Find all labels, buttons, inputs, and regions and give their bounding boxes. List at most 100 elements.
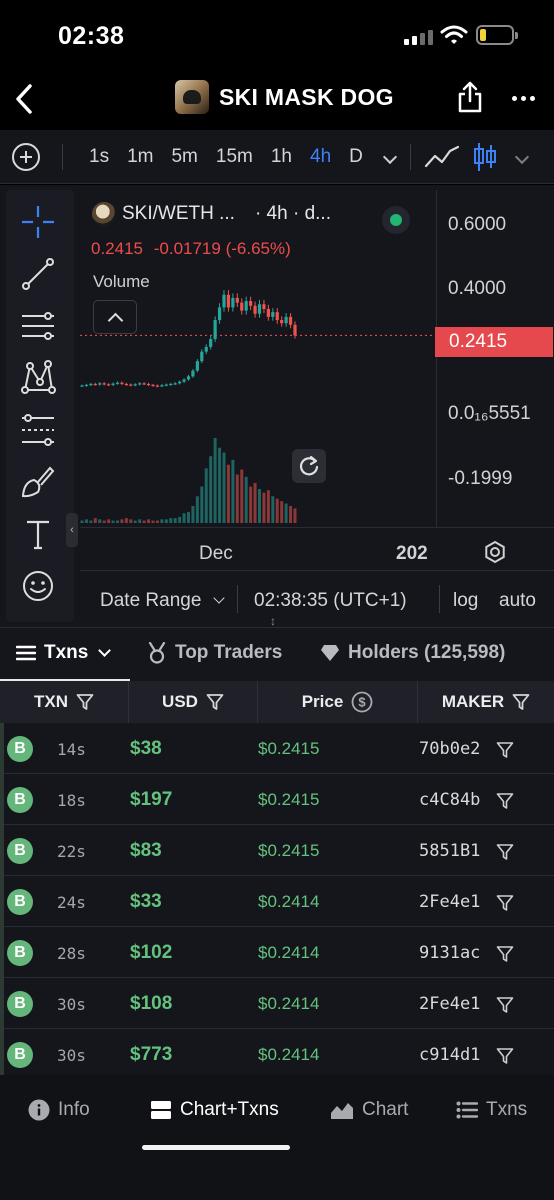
volume-bar [209, 456, 213, 523]
txn-maker[interactable]: c914d1 [419, 1045, 480, 1065]
chart-area: ‹ SKI/WETH ... · 4h · d... 0.2415 -0.017… [0, 185, 554, 627]
back-icon[interactable] [12, 82, 36, 116]
filter-icon[interactable] [512, 693, 530, 711]
collapse-legend-button[interactable] [93, 300, 137, 334]
column-header-usd[interactable]: USD [129, 681, 258, 723]
text-tool-icon[interactable] [20, 516, 56, 552]
interval-1m[interactable]: 1m [118, 144, 162, 170]
date-range-dropdown[interactable]: Date Range [100, 590, 225, 612]
collapse-toolbar-handle[interactable]: ‹ [66, 513, 78, 547]
column-label: USD [162, 692, 198, 711]
brush-icon[interactable] [20, 464, 56, 500]
tab-txns[interactable]: Txns [16, 642, 112, 664]
table-row[interactable]: B 18s $197 $0.2415 c4C84b [0, 774, 554, 825]
status-time: 02:38 [58, 22, 125, 50]
pair-name: SKI/WETH ... [122, 203, 235, 224]
interval-1h[interactable]: 1h [262, 144, 301, 170]
interval-5m[interactable]: 5m [162, 144, 206, 170]
tab-top-traders[interactable]: Top Traders [147, 642, 282, 664]
dollar-toggle-icon[interactable]: $ [351, 691, 373, 713]
interval-4h[interactable]: 4h [301, 144, 340, 170]
txn-maker[interactable]: 70b0e2 [419, 739, 480, 759]
table-row[interactable]: B 30s $773 $0.2414 c914d1 [0, 1029, 554, 1075]
chart-plot[interactable]: SKI/WETH ... · 4h · d... 0.2415 -0.01719… [80, 190, 554, 627]
nav-info[interactable]: Info [28, 1099, 90, 1121]
chart-settings-icon[interactable] [482, 539, 508, 565]
candle [244, 301, 248, 311]
filter-icon[interactable] [496, 945, 514, 963]
filter-icon[interactable] [496, 792, 514, 810]
tab-holders[interactable]: Holders (125,598) [320, 642, 505, 664]
txn-maker[interactable]: 2Fe4e1 [419, 892, 480, 912]
txn-age: 30s [57, 995, 86, 1014]
log-scale-toggle[interactable]: log [453, 590, 478, 612]
tab-label: Txns [44, 642, 89, 663]
reset-zoom-button[interactable] [292, 449, 326, 483]
emoji-icon[interactable] [20, 568, 56, 604]
table-row[interactable]: B 30s $108 $0.2414 2Fe4e1 [0, 978, 554, 1029]
filter-icon[interactable] [496, 894, 514, 912]
auto-scale-toggle[interactable]: auto [499, 590, 536, 612]
nav-chart[interactable]: Chart [330, 1099, 408, 1121]
chevron-down-icon[interactable] [382, 149, 398, 165]
column-header-txn[interactable]: TXN [0, 681, 129, 723]
share-icon[interactable] [456, 80, 484, 114]
row-accent [0, 1029, 4, 1075]
resize-handle-icon[interactable]: ↕ [270, 614, 276, 628]
table-row[interactable]: B 28s $102 $0.2414 9131ac [0, 927, 554, 978]
pattern-icon[interactable] [20, 360, 56, 396]
chevron-down-icon[interactable] [514, 149, 530, 165]
fib-retracement-icon[interactable] [20, 412, 56, 448]
txn-age: 22s [57, 842, 86, 861]
add-indicator-icon[interactable] [12, 143, 40, 171]
txn-maker[interactable]: c4C84b [419, 790, 480, 810]
interval-D[interactable]: D [340, 144, 372, 170]
tab-label: Holders (125,598) [348, 642, 506, 663]
volume-bar [253, 482, 257, 523]
candle [142, 383, 146, 385]
buy-badge: B [7, 889, 33, 915]
filter-icon[interactable] [206, 693, 224, 711]
nav-txns[interactable]: Txns [456, 1099, 527, 1121]
txn-maker[interactable]: 2Fe4e1 [419, 994, 480, 1014]
txn-maker[interactable]: 5851B1 [419, 841, 480, 861]
candle [284, 316, 288, 324]
crosshair-icon[interactable] [20, 204, 56, 240]
line-chart-icon[interactable] [424, 144, 460, 170]
filter-icon[interactable] [76, 693, 94, 711]
nav-label: Chart [362, 1099, 409, 1120]
interval-1s[interactable]: 1s [80, 144, 118, 170]
txn-maker[interactable]: 9131ac [419, 943, 480, 963]
filter-icon[interactable] [496, 741, 514, 759]
nav-chart-txns[interactable]: Chart+Txns [150, 1099, 279, 1121]
row-accent [0, 825, 4, 876]
row-accent [0, 723, 4, 774]
more-options-icon[interactable] [512, 96, 535, 101]
filter-icon[interactable] [496, 1047, 514, 1065]
filter-icon[interactable] [496, 843, 514, 861]
table-row[interactable]: B 22s $83 $0.2415 5851B1 [0, 825, 554, 876]
price-change: 0.2415 -0.01719 (-6.65%) [91, 239, 291, 259]
candle [280, 320, 284, 324]
volume-bar [244, 476, 248, 523]
chart-txns-icon [151, 1101, 171, 1119]
horizontal-lines-icon[interactable] [20, 308, 56, 344]
table-row[interactable]: B 24s $33 $0.2414 2Fe4e1 [0, 876, 554, 927]
candle [257, 304, 262, 314]
column-label: Price [301, 692, 344, 711]
filter-icon[interactable] [496, 996, 514, 1014]
txn-price: $0.2414 [258, 943, 320, 962]
trend-line-icon[interactable] [20, 256, 56, 292]
buy-badge: B [7, 940, 33, 966]
volume-bar [142, 520, 146, 523]
column-header-maker[interactable]: MAKER [418, 681, 554, 723]
column-header-price[interactable]: Price $ [258, 681, 418, 723]
volume-bar [222, 452, 226, 523]
table-row[interactable]: B 14s $38 $0.2415 70b0e2 [0, 723, 554, 774]
interval-15m[interactable]: 15m [207, 144, 262, 170]
candlestick-icon[interactable] [473, 142, 497, 172]
volume-bar [218, 447, 222, 523]
volume-bar [116, 520, 119, 523]
volume-bar [240, 469, 244, 523]
candle [107, 384, 111, 386]
